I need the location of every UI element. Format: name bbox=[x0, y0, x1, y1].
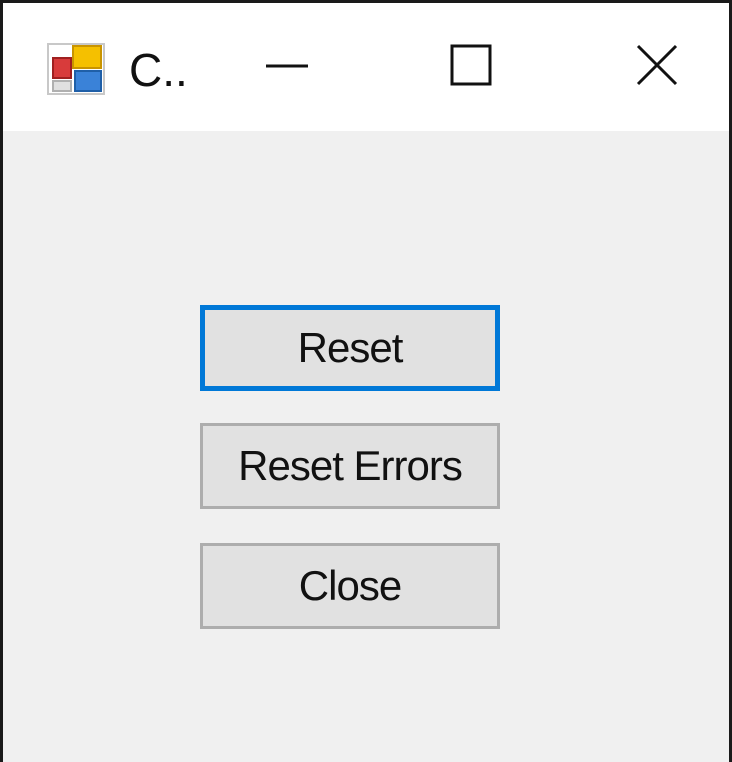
form-client-area: Reset Reset Errors Close bbox=[3, 131, 729, 762]
reset-errors-button[interactable]: Reset Errors bbox=[200, 423, 500, 509]
close-window-button[interactable] bbox=[597, 3, 717, 131]
minimize-icon bbox=[264, 42, 310, 93]
maximize-icon bbox=[448, 42, 494, 93]
form-app-icon bbox=[47, 43, 105, 95]
minimize-button[interactable] bbox=[227, 3, 347, 131]
close-button[interactable]: Close bbox=[200, 543, 500, 629]
window-title: C.. bbox=[129, 44, 188, 96]
reset-button[interactable]: Reset bbox=[200, 305, 500, 391]
close-icon bbox=[634, 42, 680, 93]
app-window: C.. Reset Reset Errors Close bbox=[0, 0, 732, 762]
maximize-button[interactable] bbox=[411, 3, 531, 131]
title-bar[interactable]: C.. bbox=[3, 3, 729, 131]
